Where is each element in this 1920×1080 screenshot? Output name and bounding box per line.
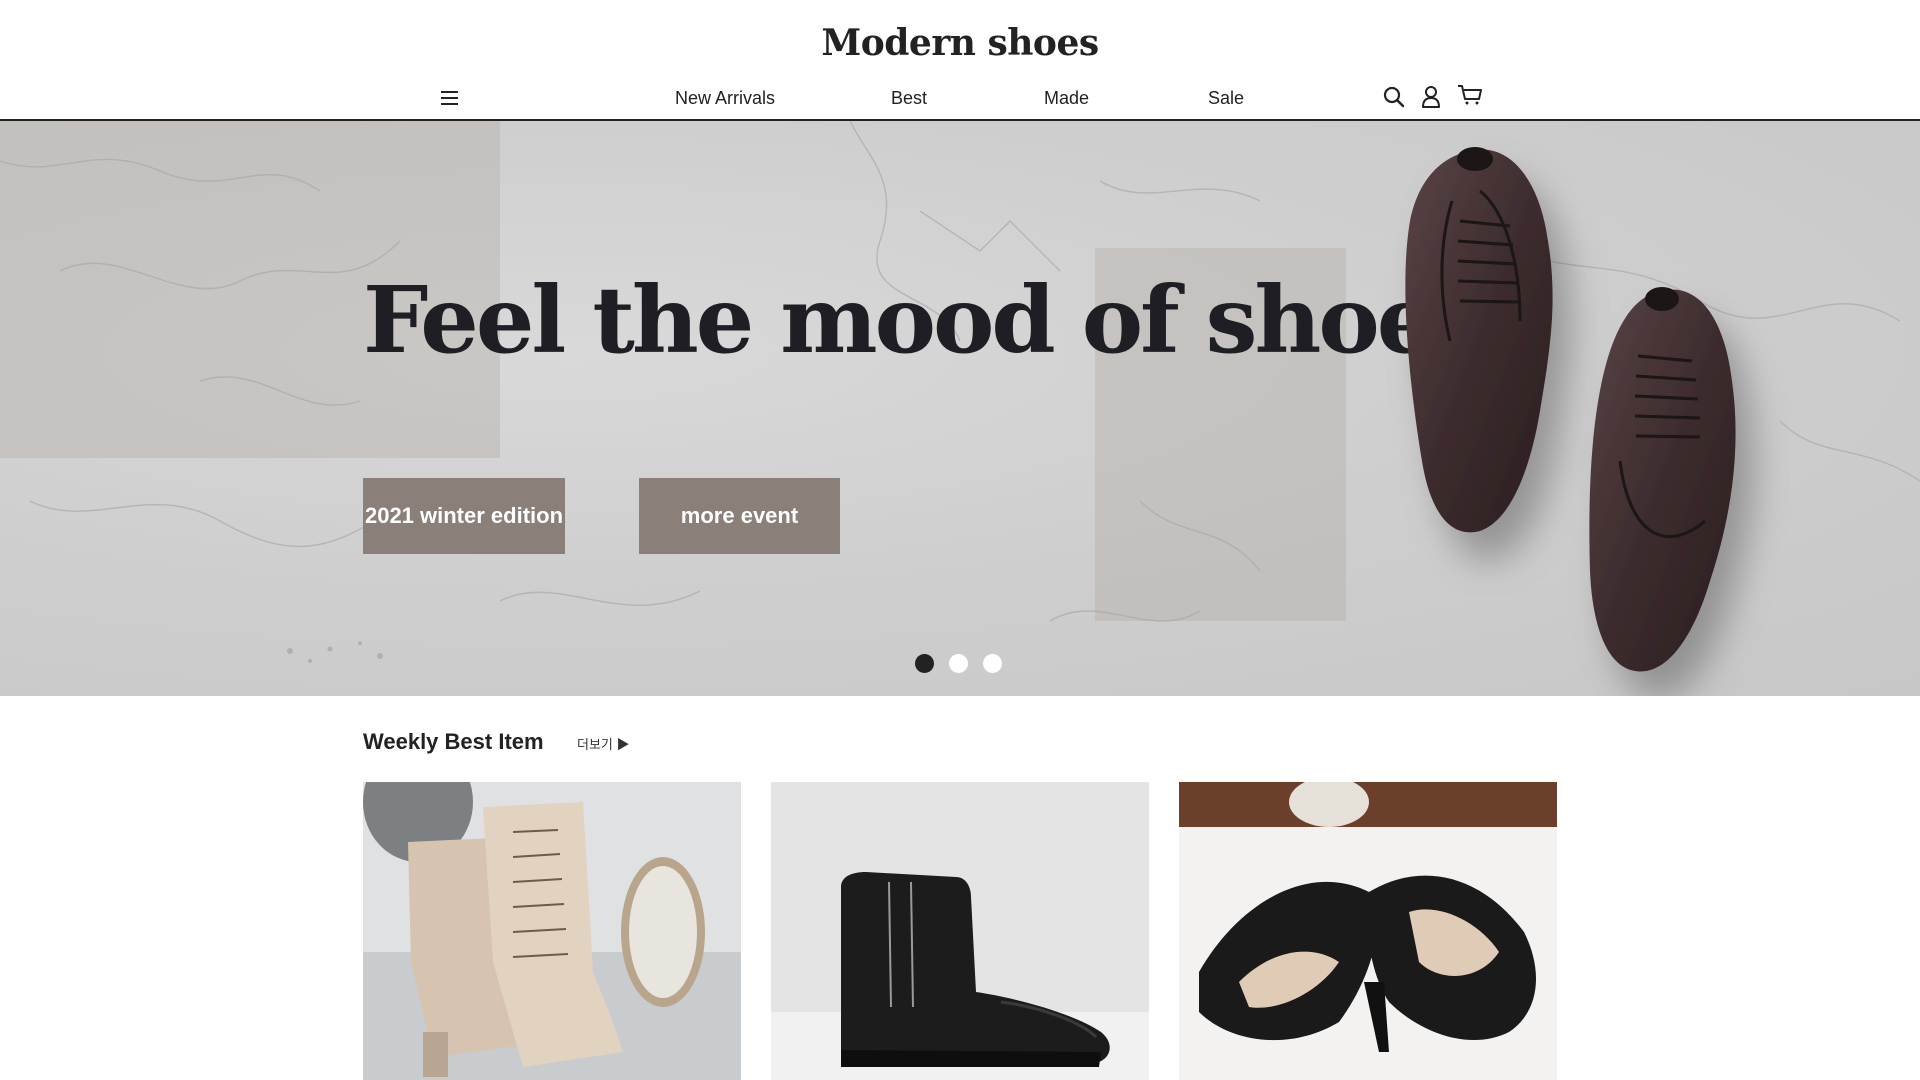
product-card-black-mules[interactable] (1179, 782, 1557, 1080)
weekly-best-title: Weekly Best Item (363, 729, 544, 754)
slide-dot-2[interactable] (949, 654, 968, 673)
more-event-button[interactable]: more event (639, 478, 840, 554)
more-link[interactable]: 더보기 ▶ (577, 734, 630, 753)
cart-icon[interactable] (1456, 82, 1482, 108)
nav-item-best[interactable]: Best (891, 88, 927, 109)
product-card-beige-boots[interactable] (363, 782, 741, 1080)
product-card-black-boot[interactable] (771, 782, 1149, 1080)
black-boot-image (771, 782, 1149, 1080)
menu-icon[interactable] (438, 88, 462, 108)
slide-dot-1[interactable] (915, 654, 934, 673)
site-header: Modern shoes New Arrivals Best Made Sale (0, 0, 1920, 121)
hero-banner: Feel the mood of shoes 2021 winter editi… (0, 121, 1920, 696)
black-mules-image (1179, 782, 1557, 1080)
oxford-shoes-image (1405, 147, 1736, 672)
search-icon[interactable] (1381, 84, 1407, 110)
winter-edition-button[interactable]: 2021 winter edition (363, 478, 565, 554)
nav-item-new-arrivals[interactable]: New Arrivals (675, 88, 775, 109)
slide-dot-3[interactable] (983, 654, 1002, 673)
hero-title: Feel the mood of shoes (363, 266, 1484, 374)
nav-item-made[interactable]: Made (1044, 88, 1089, 109)
nav-item-sale[interactable]: Sale (1208, 88, 1244, 109)
user-icon[interactable] (1418, 84, 1444, 110)
site-logo[interactable]: Modern shoes (0, 22, 1920, 64)
beige-boots-image (363, 782, 741, 1080)
